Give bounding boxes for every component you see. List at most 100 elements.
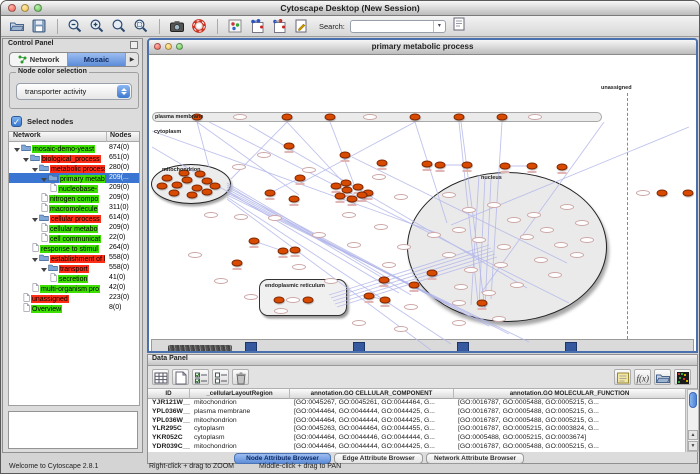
birdseye-view[interactable] [8, 411, 138, 449]
tree-col-nodes[interactable]: Nodes [106, 132, 131, 142]
network-node[interactable] [295, 175, 306, 182]
tree-row[interactable]: nitrogen compo209(0) [9, 193, 139, 203]
vizmapper-icon[interactable] [227, 18, 244, 35]
network-node[interactable] [422, 161, 433, 168]
attr-new-icon[interactable] [172, 369, 189, 385]
table-cell[interactable]: plasma membrane [190, 408, 290, 417]
table-cell[interactable]: cytoplasm [190, 425, 290, 434]
network-node[interactable] [157, 183, 168, 190]
tree-row[interactable]: cellular process614(0) [9, 213, 139, 223]
tree-row[interactable]: macromolecule311(0) [9, 203, 139, 213]
table-cell[interactable]: YJR121W__1 [148, 399, 190, 408]
network-node[interactable] [284, 143, 295, 150]
network-node[interactable] [172, 182, 183, 189]
expander-icon[interactable] [32, 218, 38, 222]
network-node[interactable] [290, 247, 301, 254]
zoom-selected-icon[interactable] [133, 18, 150, 35]
table-cell[interactable]: [GO:0045267, GO:0045261, GO:0044464, G..… [290, 399, 454, 408]
tree-row[interactable]: nucleobase-209(0) [9, 183, 139, 193]
expander-icon[interactable] [14, 148, 20, 152]
formula-icon[interactable]: f(x) [634, 369, 651, 385]
tree-row[interactable]: primary metabo209(... [9, 173, 139, 183]
network-node[interactable] [249, 238, 260, 245]
scrollbar-thumb[interactable] [689, 392, 697, 408]
table-cell[interactable]: mitochondrion [190, 443, 290, 452]
data-panel-title[interactable]: Data Panel [148, 355, 697, 366]
window-titlebar[interactable]: Cytoscape Desktop (New Session) [1, 1, 699, 16]
column-header[interactable]: _cellularLayoutRegion [190, 389, 290, 399]
network-node[interactable] [274, 297, 285, 304]
open-session-icon[interactable] [9, 18, 26, 35]
network-node[interactable] [282, 114, 293, 121]
network-node[interactable] [497, 114, 508, 121]
tree-row[interactable]: establishment of lo558(0) [9, 253, 139, 263]
network-node[interactable] [435, 162, 446, 169]
save-session-icon[interactable] [31, 18, 48, 35]
network-node[interactable] [410, 114, 421, 121]
table-cell[interactable]: [GO:0044464, GO:0044444, GO:0044425, G..… [290, 417, 454, 426]
tree-row[interactable]: Overview8(0) [9, 303, 139, 313]
tree-row[interactable]: multi-organism pro42(0) [9, 283, 139, 293]
attr-list-icon[interactable] [212, 369, 229, 385]
network-node[interactable] [335, 193, 346, 200]
table-cell[interactable]: [GO:0016787, GO:0005488, GO:0005215, G..… [454, 417, 686, 426]
table-cell[interactable]: [GO:0044464, GO:0044444, GO:0044425, G..… [290, 408, 454, 417]
annotation-icon[interactable] [293, 18, 310, 35]
search-dropdown-icon[interactable]: ▾ [433, 21, 445, 32]
tree-row[interactable]: metabolic process280(0) [9, 163, 139, 173]
tree-row[interactable]: cellular metabo209(0) [9, 223, 139, 233]
zoom-in-icon[interactable] [89, 18, 106, 35]
network-node[interactable] [657, 190, 668, 197]
scroll-up-icon[interactable]: ▲ [688, 430, 698, 440]
network-canvas[interactable]: plasma membrane cytoplasm mitochondrion … [149, 55, 696, 351]
network-node[interactable] [500, 163, 511, 170]
network-node[interactable] [557, 164, 568, 171]
network-node[interactable] [187, 192, 198, 199]
network-node[interactable] [303, 297, 314, 304]
network-node[interactable] [353, 184, 364, 191]
expander-icon[interactable] [32, 168, 38, 172]
tab-mosaic[interactable]: Mosaic [68, 53, 126, 66]
tree-col-network[interactable]: Network [13, 132, 41, 139]
tab-network[interactable]: Network [10, 53, 68, 66]
table-row[interactable]: YPL036W__2plasma membrane[GO:0044464, GO… [148, 408, 685, 417]
table-row[interactable]: YDR039C__1mitochondrion[GO:0044464, GO:0… [148, 443, 685, 452]
search-config-icon[interactable] [451, 16, 468, 33]
column-header[interactable]: annotation.GO CELLULAR_COMPONENT [290, 389, 454, 399]
tree-row[interactable]: response to stimul264(0) [9, 243, 139, 253]
network-node[interactable] [202, 189, 213, 196]
attr-select-icon[interactable] [152, 369, 169, 385]
zoom-out-icon[interactable] [67, 18, 84, 35]
expander-icon[interactable] [23, 158, 29, 162]
table-cell[interactable]: [GO:0016787, GO:0005488, GO:0005215, G..… [454, 443, 686, 452]
notes-icon[interactable] [614, 369, 631, 385]
help-ring-icon[interactable] [191, 18, 208, 35]
matrix-icon[interactable] [674, 369, 691, 385]
select-nodes-checkbox[interactable]: ✓ [11, 116, 22, 127]
table-cell[interactable]: [GO:0045263, GO:0044464, GO:0044455, G..… [290, 425, 454, 434]
network-node[interactable] [380, 297, 391, 304]
table-cell[interactable]: [GO:0044464, GO:0044444, GO:0044425, G..… [290, 443, 454, 452]
network-node[interactable] [162, 175, 173, 182]
network-node[interactable] [477, 300, 488, 307]
network-node[interactable] [210, 183, 221, 190]
table-cell[interactable]: [GO:0016787, GO:0005488, GO:0005215, G..… [454, 399, 686, 408]
table-cell[interactable]: YLR295C [148, 425, 190, 434]
table-cell[interactable]: YPL036W__2 [148, 408, 190, 417]
table-cell[interactable]: [GO:0044464, GO:0044446, GO:0044444, G..… [290, 434, 454, 443]
network-node[interactable] [409, 282, 420, 289]
network-node[interactable] [527, 163, 538, 170]
tree-row[interactable]: secretion41(0) [9, 273, 139, 283]
expander-icon[interactable] [41, 178, 47, 182]
network-node[interactable] [347, 196, 358, 203]
tree-row[interactable]: biological_process651(0) [9, 153, 139, 163]
table-row[interactable]: YPL036W__1mitochondrion[GO:0044464, GO:0… [148, 417, 685, 426]
table-cell[interactable]: mitochondrion [190, 399, 290, 408]
scroll-down-icon[interactable]: ▼ [688, 441, 698, 451]
network-node[interactable] [462, 162, 473, 169]
column-header[interactable]: ID [148, 389, 190, 399]
table-cell[interactable]: cytoplasm [190, 434, 290, 443]
edit-nodes-icon[interactable] [249, 18, 266, 35]
snapshot-icon[interactable] [169, 18, 186, 35]
table-cell[interactable]: [GO:0016787, GO:0005488, GO:0005215, G..… [454, 408, 686, 417]
